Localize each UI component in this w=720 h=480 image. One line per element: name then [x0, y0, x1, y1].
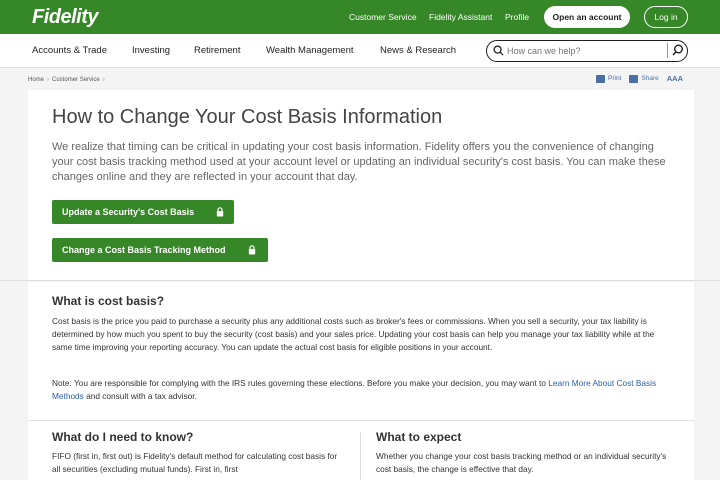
open-account-button[interactable]: Open an account — [544, 6, 630, 28]
login-button[interactable]: Log in — [644, 6, 688, 28]
what-to-expect-heading: What to expect — [376, 430, 462, 444]
note-prefix: Note: You are responsible for complying … — [52, 378, 546, 388]
main-nav: Accounts & Trade Investing Retirement We… — [0, 34, 720, 68]
cost-basis-heading: What is cost basis? — [52, 294, 165, 308]
share-label: Share — [641, 75, 659, 82]
profile-link[interactable]: Profile — [505, 12, 529, 22]
nav-retirement[interactable]: Retirement — [194, 45, 240, 56]
breadcrumb-customer-service[interactable]: Customer Service — [52, 77, 100, 83]
customer-service-link[interactable]: Customer Service — [349, 12, 417, 22]
note-suffix: and consult with a tax advisor. — [83, 391, 197, 401]
update-security-label: Update a Security's Cost Basis — [62, 207, 195, 217]
page-tools: Print Share AAA — [596, 74, 683, 83]
cost-basis-section: What is cost basis? Cost basis is the pr… — [28, 282, 694, 480]
print-icon — [596, 74, 605, 83]
lock-icon — [216, 207, 224, 217]
lock-icon — [248, 245, 256, 255]
search-submit-icon[interactable] — [672, 44, 684, 56]
breadcrumb: Home › Customer Service › — [28, 77, 108, 83]
need-to-know-heading: What do I need to know? — [52, 430, 194, 444]
nav-news-research[interactable]: News & Research — [380, 45, 456, 56]
what-to-expect-body: Whether you change your cost basis track… — [376, 451, 667, 474]
need-to-know-body: FIFO (first in, first out) is Fidelity's… — [52, 451, 338, 474]
fidelity-logo[interactable]: Fidelity — [32, 6, 99, 29]
share-tool[interactable]: Share — [629, 74, 659, 83]
cost-basis-note: Note: You are responsible for complying … — [52, 377, 672, 403]
search-icon — [493, 45, 504, 56]
change-tracking-label: Change a Cost Basis Tracking Method — [62, 245, 226, 255]
search-box — [486, 40, 688, 62]
text-size-control[interactable]: AAA — [667, 74, 683, 83]
section-divider — [28, 420, 694, 421]
search-divider — [667, 43, 668, 58]
nav-accounts-trade[interactable]: Accounts & Trade — [32, 45, 107, 56]
breadcrumb-separator: › — [47, 77, 50, 83]
breadcrumb-separator: › — [102, 77, 105, 83]
breadcrumb-home[interactable]: Home — [28, 77, 44, 83]
nav-investing[interactable]: Investing — [132, 45, 170, 56]
nav-wealth-management[interactable]: Wealth Management — [266, 45, 354, 56]
section-divider — [0, 280, 720, 281]
intro-text: We realize that timing can be critical i… — [52, 141, 666, 183]
print-tool[interactable]: Print — [596, 74, 622, 83]
intro-card: How to Change Your Cost Basis Informatio… — [28, 90, 694, 280]
fidelity-assistant-link[interactable]: Fidelity Assistant — [429, 12, 492, 22]
share-icon — [629, 74, 639, 83]
top-bar: Fidelity Customer Service Fidelity Assis… — [0, 0, 720, 34]
print-label: Print — [608, 75, 622, 82]
change-tracking-method-button[interactable]: Change a Cost Basis Tracking Method — [52, 238, 268, 262]
page-title: How to Change Your Cost Basis Informatio… — [52, 106, 443, 128]
search-input[interactable] — [507, 44, 655, 58]
update-security-cost-basis-button[interactable]: Update a Security's Cost Basis — [52, 200, 234, 224]
column-divider — [360, 432, 361, 480]
cost-basis-body: Cost basis is the price you paid to purc… — [52, 316, 655, 352]
